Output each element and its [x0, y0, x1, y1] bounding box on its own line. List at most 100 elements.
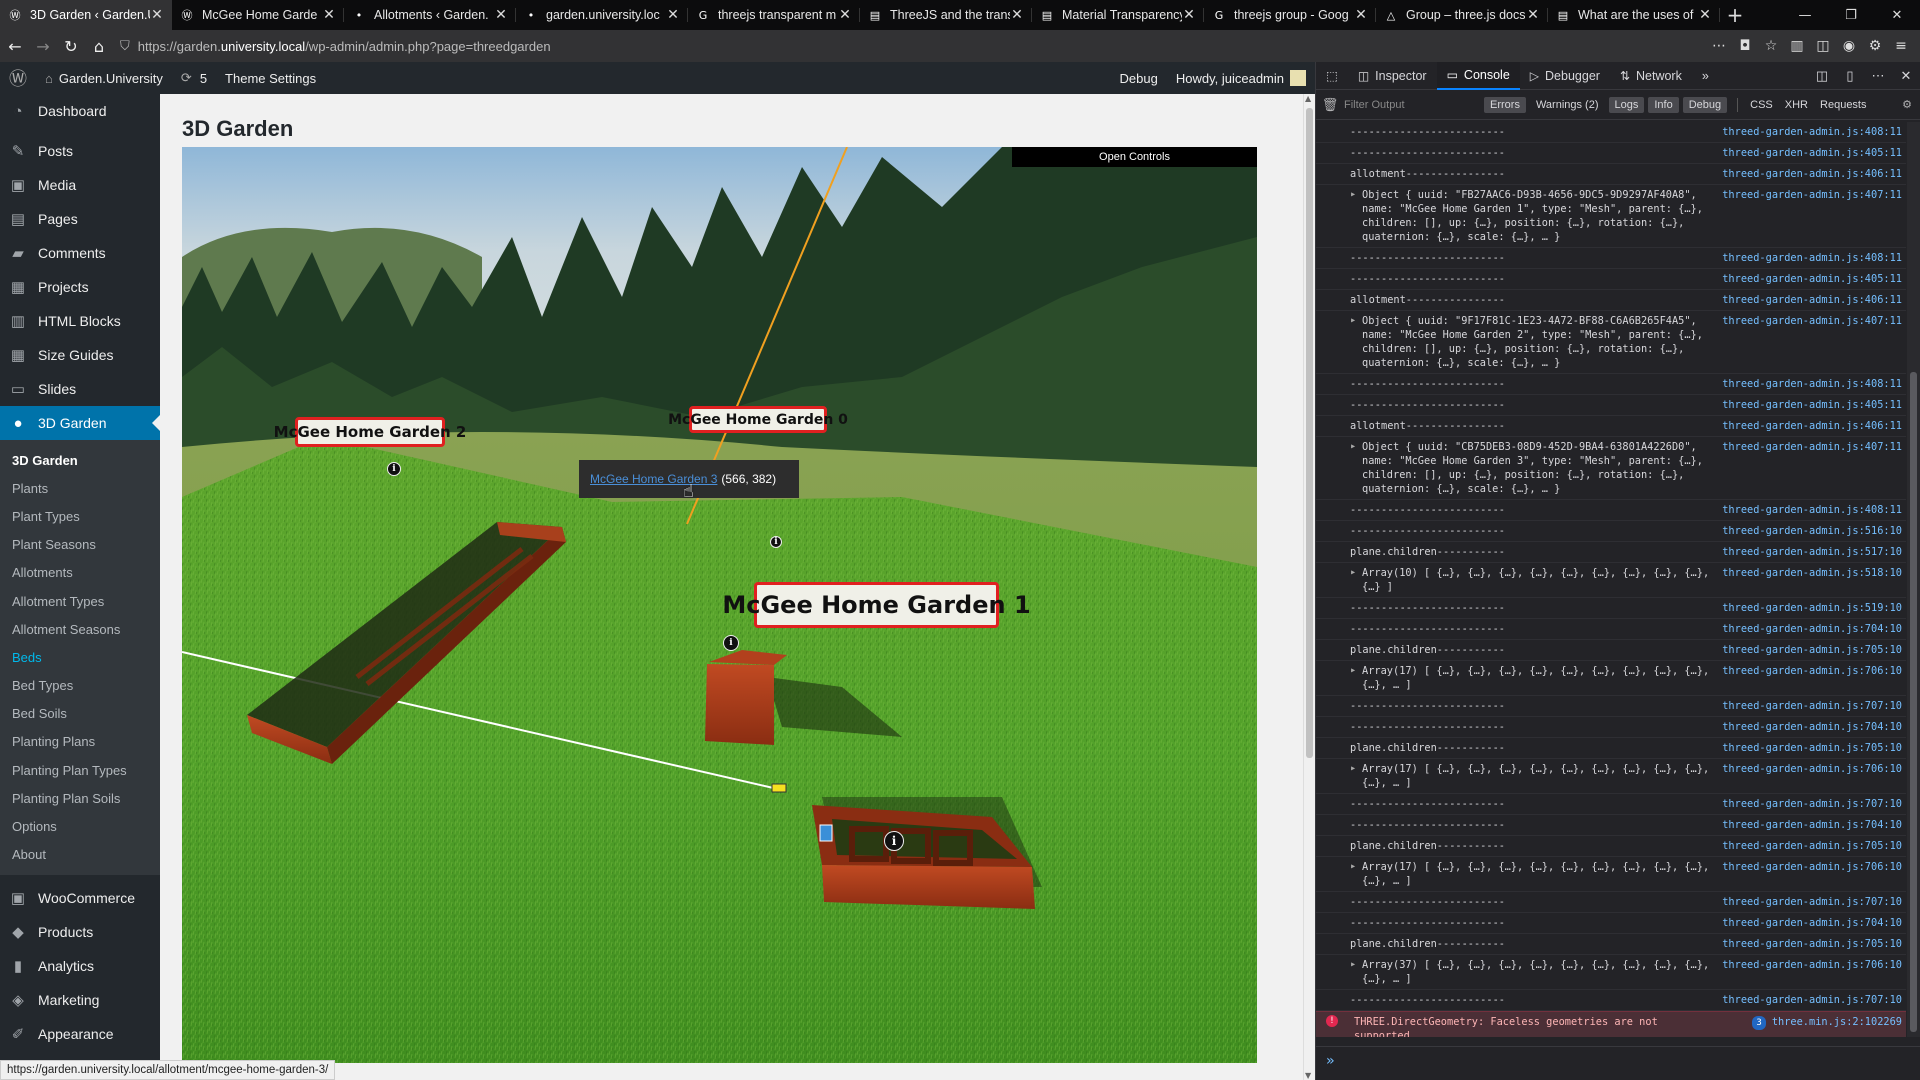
pick-element-icon[interactable]: ⬚ — [1316, 62, 1348, 90]
close-tab-icon[interactable]: ✕ — [838, 7, 852, 23]
more-tabs-icon[interactable]: » — [1692, 62, 1719, 90]
submenu-item-allotments[interactable]: Allotments — [0, 559, 160, 587]
console-row[interactable]: ▸ Object { uuid: "9F17F81C-1E23-4A72-BF88… — [1316, 311, 1906, 374]
console-source-link[interactable]: threed-garden-admin.js:407:11 — [1716, 314, 1906, 370]
responsive-icon[interactable]: ▯ — [1836, 68, 1864, 84]
scroll-thumb[interactable] — [1306, 108, 1313, 758]
tab-network[interactable]: ⇅ Network — [1610, 62, 1692, 90]
browser-tab[interactable]: Gthreejs group - Goog ✕ — [1204, 0, 1376, 30]
garden-3d-canvas[interactable]: Open Controls McGee Home Garden 2 McGee … — [182, 147, 1257, 1063]
scroll-up-icon[interactable]: ▲ — [1305, 94, 1311, 103]
forward-icon[interactable]: → — [30, 33, 56, 59]
settings-icon[interactable]: ⚙ — [1862, 38, 1888, 54]
sidebar-item-html-blocks[interactable]: ▥ HTML Blocks — [0, 304, 160, 338]
submenu-item-planting-plan-types[interactable]: Planting Plan Types — [0, 756, 160, 784]
console-source-link[interactable]: threed-garden-admin.js:408:11 — [1716, 377, 1906, 391]
browser-tab[interactable]: △ Group – three.js docs ✕ — [1376, 0, 1548, 30]
console-source-link[interactable]: threed-garden-admin.js:407:11 — [1716, 440, 1906, 496]
console-row[interactable]: ------------------------- threed-garden-a… — [1316, 248, 1906, 269]
filter-info[interactable]: Info — [1648, 96, 1679, 113]
submenu-item-allotment-types[interactable]: Allotment Types — [0, 587, 160, 615]
close-window-icon[interactable]: ✕ — [1874, 0, 1920, 30]
console-source-link[interactable]: threed-garden-admin.js:704:10 — [1716, 818, 1906, 832]
dock-icon[interactable]: ◫ — [1808, 68, 1836, 84]
sidebar-item-dashboard[interactable]: ◔ Dashboard — [0, 94, 160, 128]
console-row[interactable]: ------------------------- threed-garden-a… — [1316, 892, 1906, 913]
trash-icon[interactable]: 🗑 — [1316, 97, 1344, 113]
console-scroll-thumb[interactable] — [1910, 372, 1917, 1032]
scroll-down-icon[interactable]: ▼ — [1305, 1071, 1311, 1080]
browser-tab[interactable]: ▤ Material Transparency ✕ — [1032, 0, 1204, 30]
console-row[interactable]: ------------------------- threed-garden-a… — [1316, 374, 1906, 395]
filter-logs[interactable]: Logs — [1608, 96, 1645, 113]
close-tab-icon[interactable]: ✕ — [322, 7, 336, 23]
new-tab-icon[interactable]: + — [1720, 0, 1750, 30]
account-icon[interactable]: ◉ — [1836, 38, 1862, 54]
submenu-item-plant-types[interactable]: Plant Types — [0, 502, 160, 530]
expand-triangle-icon[interactable]: ▸ — [1350, 958, 1356, 970]
console-source-link[interactable]: threed-garden-admin.js:704:10 — [1716, 622, 1906, 636]
console-row[interactable]: ------------------------- threed-garden-a… — [1316, 717, 1906, 738]
close-tab-icon[interactable]: ✕ — [1526, 7, 1540, 23]
console-source-link[interactable]: threed-garden-admin.js:406:11 — [1716, 419, 1906, 433]
console-source-link[interactable]: threed-garden-admin.js:407:11 — [1716, 188, 1906, 244]
minimize-icon[interactable]: — — [1782, 0, 1828, 30]
console-source-link[interactable]: threed-garden-admin.js:705:10 — [1716, 937, 1906, 951]
close-tab-icon[interactable]: ✕ — [1698, 7, 1712, 23]
close-tab-icon[interactable]: ✕ — [494, 7, 508, 23]
updates-link[interactable]: ⟳ 5 — [172, 62, 216, 94]
filter-requests[interactable]: Requests — [1814, 99, 1872, 111]
console-row[interactable]: ------------------------- threed-garden-a… — [1316, 913, 1906, 934]
browser-tab[interactable]: ▤ What are the uses of ✕ — [1548, 0, 1720, 30]
console-source-link[interactable]: threed-garden-admin.js:706:10 — [1716, 860, 1906, 888]
browser-tab[interactable]: Ⓦ McGee Home Garde ✕ — [172, 0, 344, 30]
sidebar-item-projects[interactable]: ▦ Projects — [0, 270, 160, 304]
console-row[interactable]: plane.children----------- threed-garden-a… — [1316, 738, 1906, 759]
back-icon[interactable]: ← — [2, 33, 28, 59]
browser-tab[interactable]: Ⓦ 3D Garden ‹ Garden.U ✕ — [0, 0, 172, 30]
filter-output-input[interactable]: Filter Output — [1344, 99, 1484, 111]
site-name-link[interactable]: ⌂ Garden.University — [36, 62, 172, 94]
console-row[interactable]: allotment---------------- threed-garden-a… — [1316, 164, 1906, 185]
bookmark-star-icon[interactable]: ☆ — [1758, 38, 1784, 54]
console-source-link[interactable]: threed-garden-admin.js:408:11 — [1716, 251, 1906, 265]
filter-errors[interactable]: Errors — [1484, 96, 1526, 113]
console-source-link[interactable]: threed-garden-admin.js:707:10 — [1716, 797, 1906, 811]
sidebar-item-3d-garden[interactable]: ● 3D Garden — [0, 406, 160, 440]
open-controls-button[interactable]: Open Controls — [1012, 147, 1257, 167]
tooltip-link[interactable]: McGee Home Garden 3 — [590, 472, 717, 486]
console-settings-icon[interactable]: ⚙ — [1902, 98, 1912, 111]
submenu-item-plants[interactable]: Plants — [0, 474, 160, 502]
error-source-link[interactable]: three.min.js:2:102269 — [1772, 1016, 1902, 1028]
console-row[interactable]: ------------------------- threed-garden-a… — [1316, 815, 1906, 836]
sidebar-item-media[interactable]: ▣ Media — [0, 168, 160, 202]
console-row[interactable]: plane.children----------- threed-garden-a… — [1316, 836, 1906, 857]
debug-link[interactable]: Debug — [1111, 62, 1167, 94]
sidebar-item-slides[interactable]: ▭ Slides — [0, 372, 160, 406]
sidebar-item-appearance[interactable]: ✐ Appearance — [0, 1017, 160, 1051]
expand-triangle-icon[interactable]: ▸ — [1350, 188, 1356, 200]
close-tab-icon[interactable]: ✕ — [1010, 7, 1024, 23]
console-row[interactable]: ------------------------- threed-garden-a… — [1316, 269, 1906, 290]
expand-triangle-icon[interactable]: ▸ — [1350, 664, 1356, 676]
console-input[interactable]: » — [1316, 1046, 1920, 1080]
info-icon[interactable]: i — [770, 536, 782, 548]
console-source-link[interactable]: threed-garden-admin.js:405:11 — [1716, 146, 1906, 160]
user-menu[interactable]: Howdy, juiceadmin — [1167, 62, 1315, 94]
console-scrollbar[interactable] — [1907, 122, 1920, 1037]
console-source-link[interactable]: threed-garden-admin.js:517:10 — [1716, 545, 1906, 559]
console-row[interactable]: ------------------------- threed-garden-a… — [1316, 395, 1906, 416]
console-source-link[interactable]: threed-garden-admin.js:406:11 — [1716, 167, 1906, 181]
console-source-link[interactable]: threed-garden-admin.js:705:10 — [1716, 741, 1906, 755]
sidebar-item-pages[interactable]: ▤ Pages — [0, 202, 160, 236]
label-garden-0[interactable]: McGee Home Garden 0 — [668, 406, 848, 433]
console-row[interactable]: ------------------------- threed-garden-a… — [1316, 696, 1906, 717]
sidebar-item-comments[interactable]: ▰ Comments — [0, 236, 160, 270]
console-source-link[interactable]: threed-garden-admin.js:706:10 — [1716, 762, 1906, 790]
submenu-item-bed-types[interactable]: Bed Types — [0, 672, 160, 700]
console-source-link[interactable]: threed-garden-admin.js:405:11 — [1716, 398, 1906, 412]
console-row[interactable]: ▸ Array(17) [ {…}, {…}, {…}, {…}, {…}, {…… — [1316, 759, 1906, 794]
console-error-row[interactable]: ! THREE.DirectGeometry: Faceless geometri… — [1316, 1011, 1906, 1037]
console-source-link[interactable]: threed-garden-admin.js:706:10 — [1716, 664, 1906, 692]
more-icon[interactable]: ⋯ — [1706, 38, 1732, 54]
